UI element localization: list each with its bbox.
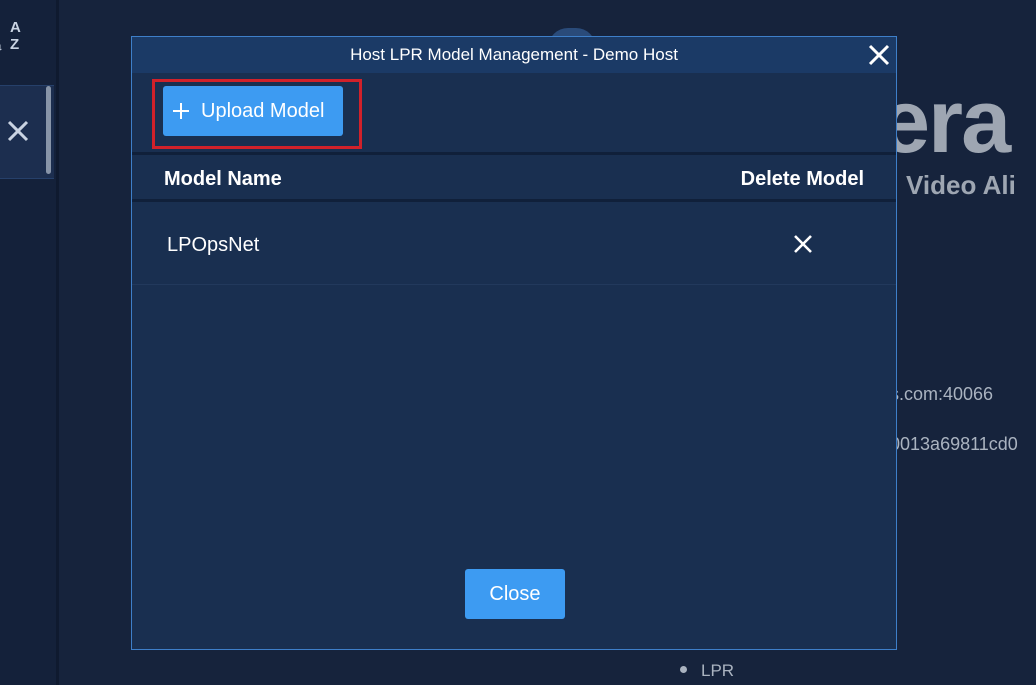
table-header: Model Name Delete Model — [132, 152, 896, 202]
bullet-label: LPR — [701, 661, 735, 680]
column-model-name: Model Name — [164, 168, 282, 190]
column-delete-model: Delete Model — [740, 168, 864, 190]
table-row: LPOpsNet — [132, 203, 896, 285]
model-management-dialog: Host LPR Model Management - Demo Host Up… — [131, 36, 897, 650]
delete-model-icon[interactable] — [793, 234, 813, 254]
plus-icon — [173, 103, 189, 119]
dialog-header: Host LPR Model Management - Demo Host — [132, 37, 896, 73]
sort-arrow-icon: ↓ — [0, 42, 3, 53]
left-rail: A Z ↓ — [0, 0, 59, 685]
sort-a-label: A — [10, 19, 21, 36]
close-icon[interactable] — [6, 119, 30, 148]
background-host-id: 00013a69811cd0 — [880, 434, 1018, 454]
close-button[interactable]: Close — [465, 569, 565, 619]
dialog-title: Host LPR Model Management - Demo Host — [350, 45, 678, 64]
upload-model-label: Upload Model — [201, 99, 325, 122]
background-brand-text: era — [880, 72, 1011, 172]
app-root: A Z ↓ era Video Ali es.com:40066 00013a6… — [0, 0, 1036, 685]
dialog-close-icon[interactable] — [866, 42, 892, 68]
sort-z-label: Z — [10, 36, 20, 53]
background-bullet-item: LPR — [680, 661, 734, 681]
sort-az-icon[interactable]: A Z ↓ — [0, 18, 26, 56]
model-name-cell: LPOpsNet — [167, 234, 260, 256]
rail-scrollbar[interactable] — [46, 86, 51, 174]
background-tagline: Video Ali — [906, 170, 1016, 200]
bullet-dot-icon — [680, 666, 687, 674]
upload-model-button[interactable]: Upload Model — [163, 86, 343, 136]
